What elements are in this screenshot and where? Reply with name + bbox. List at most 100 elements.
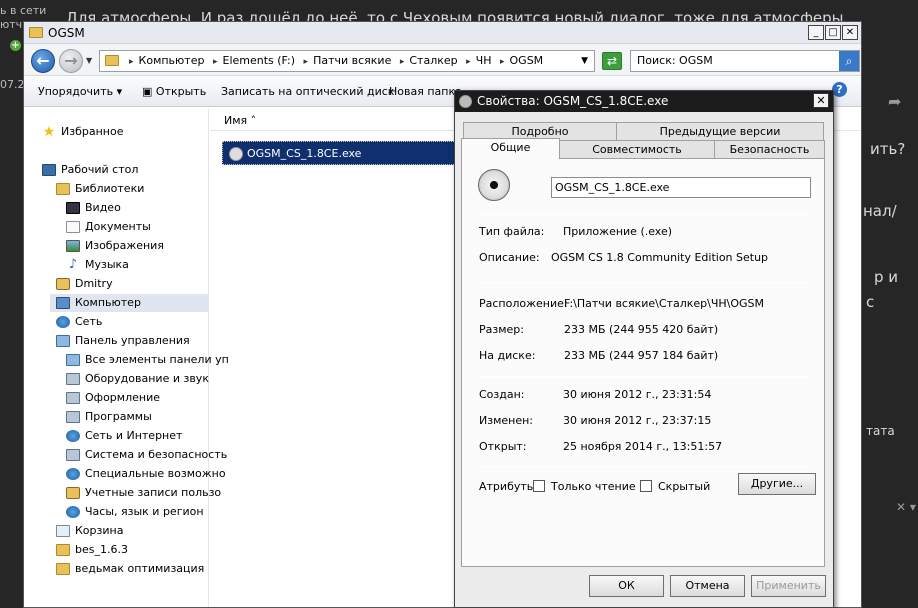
- bg-user-text: ютч: [0, 18, 23, 31]
- column-header-label: Имя: [224, 114, 248, 127]
- breadcrumb-item[interactable]: Сталкер: [409, 54, 457, 67]
- readonly-checkbox[interactable]: [533, 480, 545, 492]
- sidebar-item-accessibility[interactable]: Специальные возможно: [66, 465, 226, 483]
- library-icon: [56, 183, 70, 195]
- sidebar-item-hardware[interactable]: Оборудование и звук: [66, 370, 209, 388]
- tab-security[interactable]: Безопасность: [714, 140, 825, 158]
- sidebar-item-control-panel[interactable]: Панель управления: [56, 332, 190, 350]
- advanced-attributes-button[interactable]: Другие...: [738, 473, 816, 495]
- breadcrumb-item[interactable]: Патчи всякие: [313, 54, 391, 67]
- maximize-button[interactable]: □: [825, 25, 841, 40]
- sidebar-item-programs[interactable]: Программы: [66, 408, 152, 426]
- sidebar-item-label: Специальные возможно: [85, 467, 226, 480]
- file-name-field[interactable]: OGSM_CS_1.8CE.exe: [551, 177, 811, 198]
- breadcrumb-item[interactable]: Компьютер: [139, 54, 205, 67]
- dialog-close-button[interactable]: ✕: [813, 93, 829, 108]
- sidebar-item-favorites[interactable]: ★ Избранное: [42, 123, 124, 141]
- tab-compatibility[interactable]: Совместимость: [559, 140, 715, 158]
- hidden-checkbox[interactable]: [640, 480, 652, 492]
- readonly-label: Только чтение: [551, 480, 636, 493]
- explorer-titlebar[interactable]: OGSM _ □ ✕: [24, 22, 861, 44]
- sidebar-item-network-internet[interactable]: Сеть и Интернет: [66, 427, 182, 445]
- sidebar-item-folder[interactable]: bes_1.6.3: [56, 541, 128, 559]
- sidebar-item-music[interactable]: ♪ Музыка: [66, 256, 129, 274]
- sidebar-item-pictures[interactable]: Изображения: [66, 237, 164, 255]
- programs-icon: [66, 411, 80, 423]
- sidebar-item-all-cp[interactable]: Все элементы панели уп: [66, 351, 229, 369]
- chevron-right-icon[interactable]: ▸: [466, 57, 471, 67]
- breadcrumb-item[interactable]: Elements (F:): [223, 54, 296, 67]
- sidebar-item-computer[interactable]: Компьютер: [50, 294, 208, 312]
- forward-button[interactable]: →: [59, 49, 83, 73]
- chevron-right-icon[interactable]: ▸: [304, 57, 309, 67]
- sidebar-item-label: bes_1.6.3: [75, 543, 128, 556]
- ok-button[interactable]: ОК: [589, 575, 664, 597]
- collapse-icon[interactable]: ✕ ▾: [896, 500, 916, 514]
- help-icon[interactable]: ?: [832, 82, 847, 97]
- sidebar-item-label: Dmitry: [75, 277, 113, 290]
- apply-button[interactable]: Применить: [751, 575, 826, 597]
- recent-pages-dropdown[interactable]: ▼: [86, 56, 92, 65]
- share-arrow-icon[interactable]: ➦: [888, 92, 910, 111]
- radiation-app-icon: [459, 95, 472, 108]
- organize-button[interactable]: Упорядочить ▾: [38, 85, 122, 98]
- sidebar-item-folder[interactable]: ведьмак оптимизация: [56, 560, 204, 578]
- chevron-right-icon[interactable]: ▸: [400, 57, 405, 67]
- sidebar-item-label: Музыка: [85, 258, 129, 271]
- close-button[interactable]: ✕: [842, 25, 858, 40]
- chevron-right-icon[interactable]: ▸: [213, 57, 218, 67]
- created-value: 30 июня 2012 г., 23:31:54: [563, 388, 712, 401]
- chevron-right-icon[interactable]: ▸: [129, 57, 134, 67]
- user-folder-icon: [56, 278, 70, 290]
- sidebar-item-video[interactable]: Видео: [66, 199, 121, 217]
- column-header-name[interactable]: Имя ˄: [224, 114, 256, 127]
- pictures-icon: [66, 240, 80, 252]
- new-folder-button[interactable]: Новая папка: [389, 85, 462, 98]
- chevron-down-icon[interactable]: ▼: [581, 51, 588, 71]
- bg-status-text: ь в сети: [0, 4, 47, 17]
- file-name: OGSM_CS_1.8CE.exe: [247, 147, 362, 160]
- tab-general[interactable]: Общие: [461, 138, 560, 159]
- breadcrumb-item[interactable]: OGSM: [510, 54, 544, 67]
- cancel-button[interactable]: Отмена: [670, 575, 745, 597]
- sidebar-item-user-accounts[interactable]: Учетные записи пользо: [66, 484, 221, 502]
- sidebar-item-label: Оборудование и звук: [85, 372, 209, 385]
- address-bar[interactable]: ▸ Компьютер ▸ Elements (F:) ▸ Патчи всякие …: [99, 50, 595, 72]
- bg-post-fragment: р и: [874, 268, 899, 286]
- search-input[interactable]: Поиск: OGSM ⌕: [630, 50, 860, 72]
- divider: [478, 214, 810, 215]
- back-button[interactable]: ←: [31, 49, 55, 73]
- sidebar-item-user[interactable]: Dmitry: [56, 275, 113, 293]
- sidebar-item-label: Система и безопасность: [85, 448, 228, 461]
- open-button[interactable]: ▣ Открыть: [142, 85, 206, 98]
- sidebar-item-libraries[interactable]: Библиотеки: [56, 180, 144, 198]
- type-label: Тип файла:: [479, 225, 545, 238]
- sidebar-item-documents[interactable]: Документы: [66, 218, 151, 236]
- sidebar-item-appearance[interactable]: Оформление: [66, 389, 160, 407]
- hidden-label: Скрытый: [658, 480, 711, 493]
- sidebar-item-clock-region[interactable]: Часы, язык и регион: [66, 503, 204, 521]
- disk-size-value: 233 МБ (244 957 184 байт): [564, 349, 719, 362]
- radiation-app-icon: [478, 169, 510, 201]
- sidebar-item-label: Программы: [85, 410, 152, 423]
- sidebar-item-desktop[interactable]: Рабочий стол: [42, 161, 138, 179]
- sidebar-item-system-security[interactable]: Система и безопасность: [66, 446, 227, 464]
- accessibility-icon: [66, 468, 80, 480]
- search-placeholder: Поиск: OGSM: [637, 54, 713, 67]
- minimize-button[interactable]: _: [808, 25, 824, 40]
- navigation-pane: ★ Избранное Рабочий стол Библиотеки Видео…: [24, 109, 229, 607]
- sidebar-item-network[interactable]: Сеть: [56, 313, 102, 331]
- file-list-item[interactable]: OGSM_CS_1.8CE.exe: [222, 141, 462, 165]
- refresh-button[interactable]: ⇄: [602, 52, 622, 70]
- search-icon[interactable]: ⌕: [839, 51, 859, 71]
- sidebar-item-label: Изображения: [85, 239, 164, 252]
- tab-previous-versions[interactable]: Предыдущие версии: [616, 122, 824, 140]
- sidebar-item-recycle-bin[interactable]: Корзина: [56, 522, 123, 540]
- breadcrumb-item[interactable]: ЧН: [476, 54, 492, 67]
- chevron-right-icon[interactable]: ▸: [500, 57, 505, 67]
- computer-icon: [56, 297, 70, 309]
- divider: [478, 466, 810, 467]
- hardware-icon: [66, 373, 80, 385]
- dialog-titlebar[interactable]: Свойства: OGSM_CS_1.8CE.exe ✕: [455, 91, 833, 112]
- burn-disc-button[interactable]: Записать на оптический диск: [221, 85, 394, 98]
